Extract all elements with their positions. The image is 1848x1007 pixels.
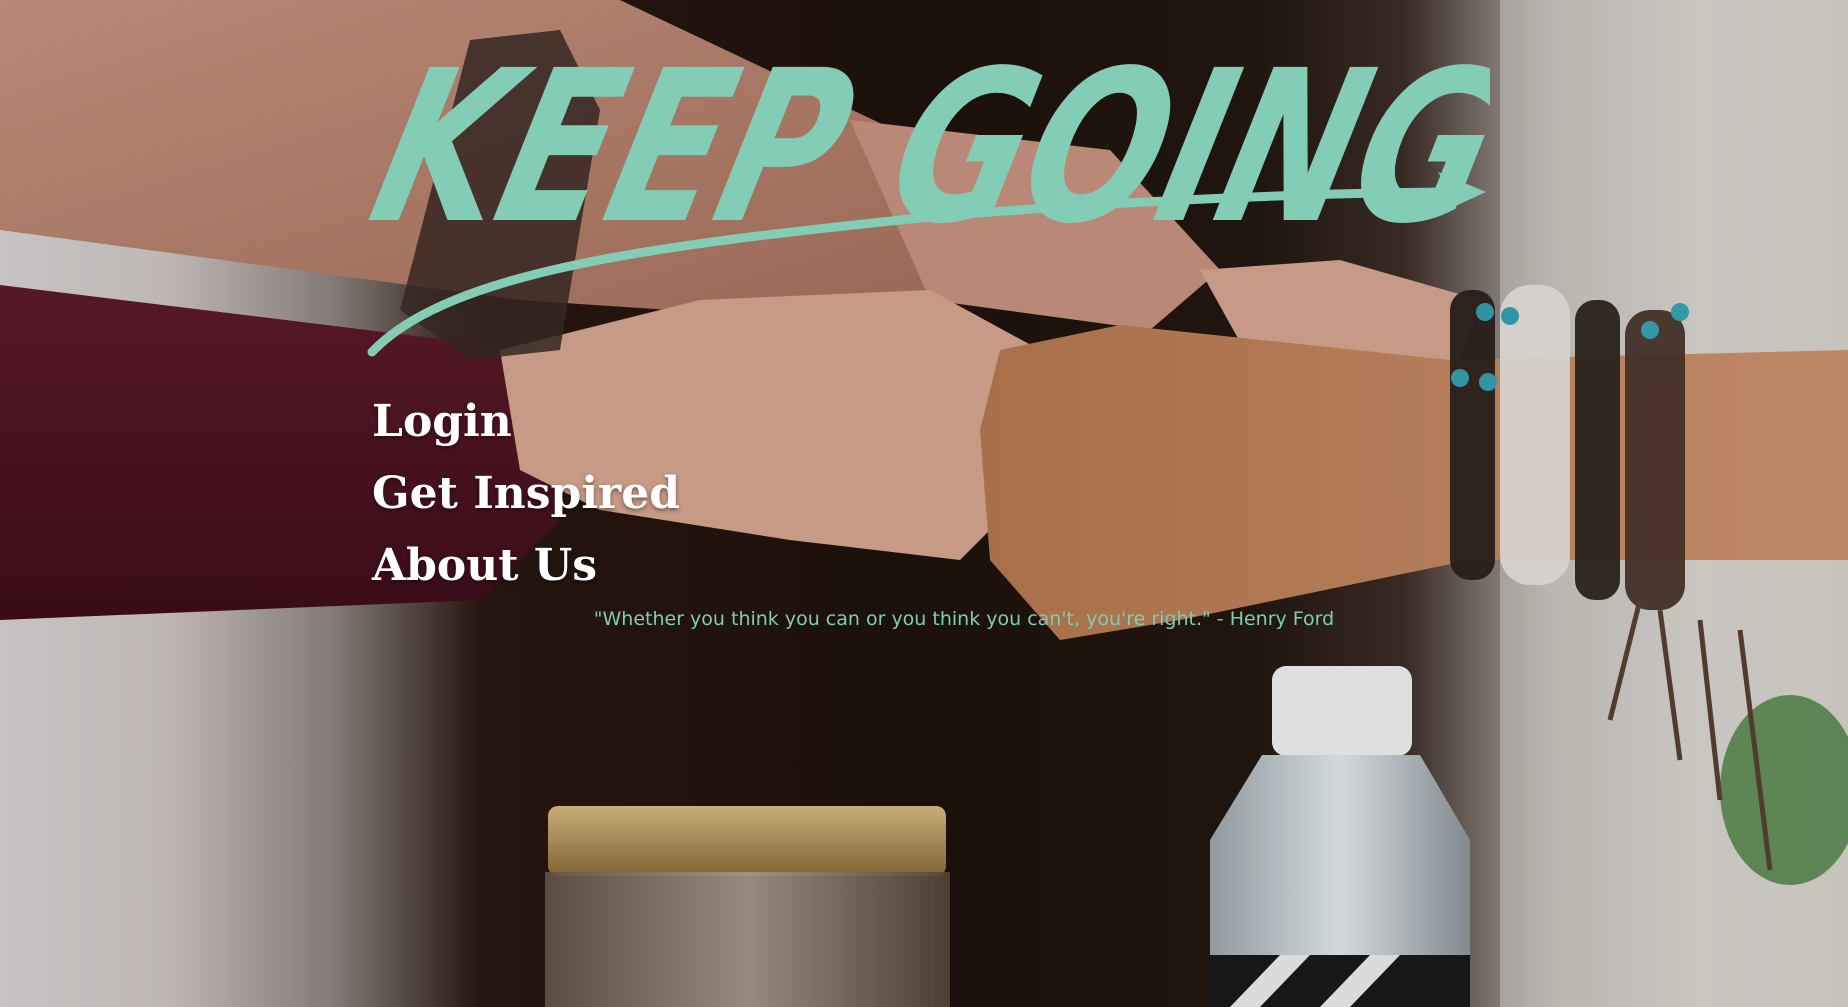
logo-text: KEEP GOING — [360, 26, 1490, 270]
nav-item-get-inspired[interactable]: Get Inspired — [372, 458, 680, 530]
main-nav: Login Get Inspired About Us — [372, 386, 680, 602]
nav-item-about-us[interactable]: About Us — [372, 530, 680, 602]
nav-item-login[interactable]: Login — [372, 386, 680, 458]
inspirational-quote: "Whether you think you can or you think … — [593, 608, 1335, 630]
page: KEEP GOING Login Get Inspired About Us "… — [0, 0, 1848, 1007]
keep-going-logo[interactable]: KEEP GOING — [360, 0, 1490, 360]
